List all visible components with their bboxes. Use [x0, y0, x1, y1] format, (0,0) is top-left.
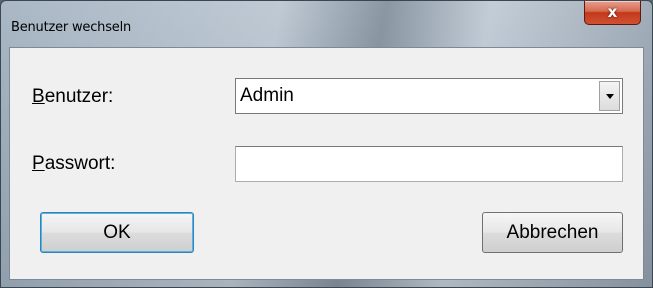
dialog-content: Benutzer: Admin Passwort: OK Abbrechen: [9, 47, 644, 280]
dialog-window: Benutzer wechseln x Benutzer: Admin Pass…: [0, 0, 653, 288]
chevron-down-icon[interactable]: [599, 81, 620, 111]
user-combobox[interactable]: Admin: [235, 78, 623, 114]
cancel-button[interactable]: Abbrechen: [482, 212, 623, 253]
password-label-accelerator: P: [32, 153, 45, 174]
user-combobox-value: Admin: [240, 85, 294, 106]
title-bar[interactable]: Benutzer wechseln x: [1, 1, 652, 47]
close-button[interactable]: x: [584, 1, 641, 25]
password-label-text: asswort:: [44, 153, 116, 174]
password-field[interactable]: [235, 146, 623, 182]
user-label-text: enutzer:: [44, 86, 114, 107]
user-label: Benutzer:: [32, 86, 113, 108]
window-title: Benutzer wechseln: [11, 20, 132, 35]
close-icon: x: [607, 3, 618, 21]
ok-button[interactable]: OK: [40, 212, 194, 253]
password-label: Passwort:: [32, 153, 115, 175]
user-label-accelerator: B: [32, 86, 45, 107]
